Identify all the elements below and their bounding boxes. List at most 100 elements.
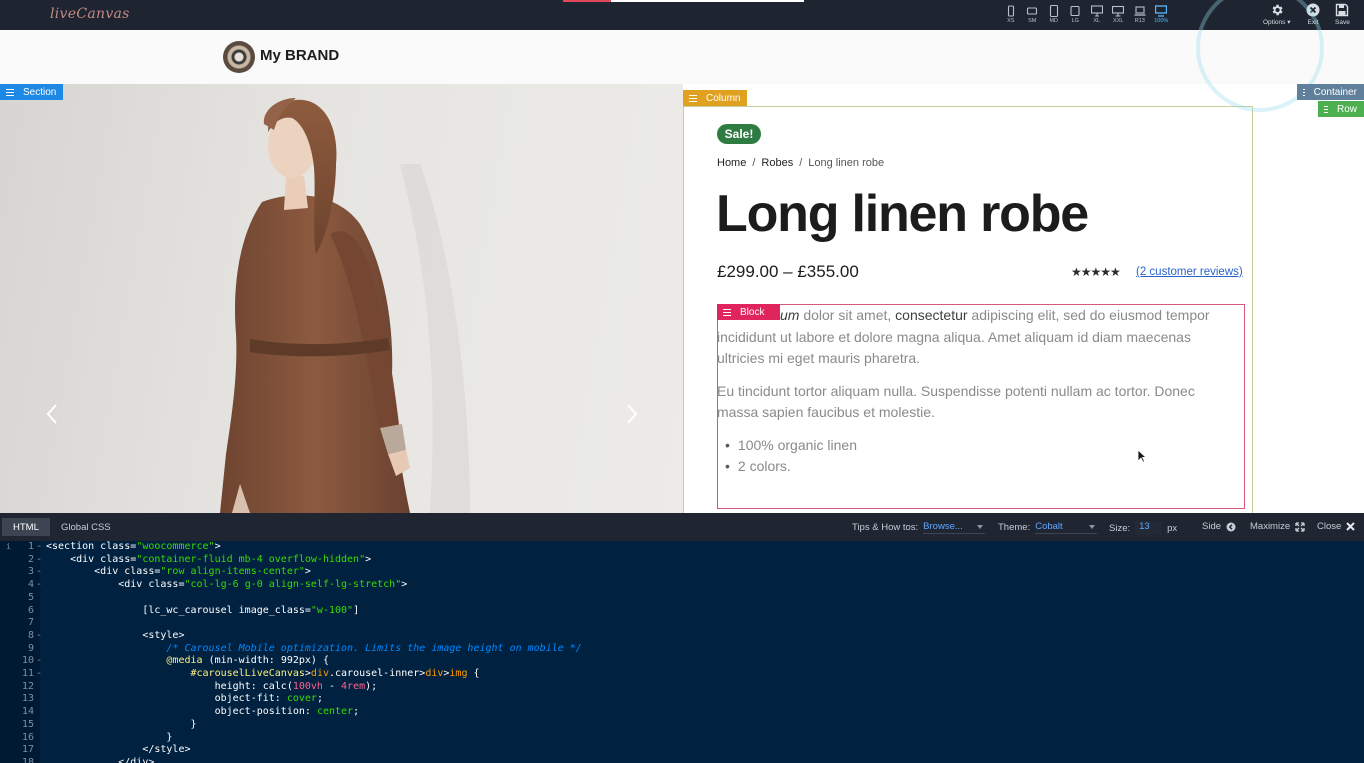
tab-global-css[interactable]: Global CSS [50,518,122,536]
close-panel-button[interactable]: Close [1317,521,1356,532]
line-number: 5 [27,591,34,603]
column-label[interactable]: Column [683,90,748,106]
loading-progress-bar [563,0,804,2]
device-label: 100% [1154,18,1169,24]
code-line[interactable]: 11- #carouselLiveCanvas>div.carousel-inn… [0,668,1364,681]
size-input[interactable]: 13 [1135,521,1162,535]
device-r13-button[interactable]: R13 [1129,4,1151,28]
tips-select[interactable]: Browse... [923,521,986,534]
product-description: um dolor sit amet, consectetur adipiscin… [717,305,1237,478]
code-line[interactable]: 14 object-position: center; [0,706,1364,719]
fold-toggle-icon[interactable]: - [36,554,42,567]
desktop-icon [1090,4,1103,17]
rating-stars-icon: ★★★★★ [1071,265,1121,279]
code-text: height: calc(100vh - 4rem); [46,680,378,692]
block-label-text: Block [740,306,765,318]
tips-control: Tips & How tos: Browse... [852,521,986,534]
line-number: 13 [21,693,34,705]
section-label[interactable]: Section [0,84,64,100]
code-line[interactable]: 4- <div class="col-lg-6 g-0 align-self-l… [0,579,1364,592]
device-xs-button[interactable]: XS [1000,4,1022,28]
breadcrumb-category[interactable]: Robes [761,157,793,169]
block-label[interactable]: Block [717,304,780,320]
product-carousel[interactable] [0,84,683,513]
code-editor[interactable]: i 1- <section class="woocommerce"> 2- <div… [0,541,1364,763]
container-label[interactable]: Container [1297,84,1364,100]
device-xxl-button[interactable]: XXL [1108,4,1130,28]
breadcrumb-current: Long linen robe [808,157,885,169]
fold-toggle-icon[interactable]: - [36,541,42,554]
theme-select[interactable]: Cobalt [1035,521,1098,534]
code-text: #carouselLiveCanvas>div.carousel-inner>d… [190,668,480,679]
maximize-label: Maximize [1250,521,1291,532]
device-md-button[interactable]: MD [1043,4,1065,28]
device-sm-button[interactable]: SM [1022,4,1044,28]
code-line[interactable]: 10- @media (min-width: 992px) { [0,655,1364,668]
description-paragraph: um dolor sit amet, consectetur adipiscin… [717,305,1237,370]
code-line[interactable]: 13 object-fit: cover; [0,693,1364,706]
exit-button[interactable]: Exit [1306,3,1320,27]
exit-label: Exit [1307,19,1319,26]
fold-toggle-icon[interactable]: - [36,630,42,643]
fold-toggle-icon[interactable]: - [36,668,42,681]
breadcrumb-home[interactable]: Home [717,157,746,169]
theme-control: Theme: Cobalt [998,521,1098,534]
phone-landscape-icon [1026,4,1038,17]
fold-toggle-icon[interactable]: - [36,566,42,579]
code-line[interactable]: 17 </style> [0,744,1364,757]
row-label[interactable]: Row [1318,101,1364,117]
code-line[interactable]: 18 </div> [0,757,1364,763]
code-line[interactable]: 3- <div class="row align-items-center"> [0,566,1364,579]
code-line[interactable]: 9 /* Carousel Mobile optimization. Limit… [0,643,1364,656]
device-label: XL [1093,18,1101,24]
livecanvas-editor: liveCanvas XS SM MD LG XL XXL R13 100% Options … [0,0,1364,763]
options-button[interactable]: Options ▾ [1263,3,1290,27]
fold-toggle-icon[interactable]: - [36,579,42,592]
device-preview-switcher: XS SM MD LG XL XXL R13 100% [1000,4,1172,28]
theme-label: Theme: [998,522,1031,533]
code-line[interactable]: 2- <div class="container-fluid mb-4 over… [0,554,1364,567]
device-xl-button[interactable]: XL [1086,4,1108,28]
product-title: Long linen robe [716,185,1089,243]
code-line[interactable]: 12 height: calc(100vh - 4rem); [0,681,1364,694]
size-unit: px [1167,522,1178,534]
code-line[interactable]: 8- <style> [0,630,1364,643]
breadcrumb-separator: / [799,157,803,169]
hamburger-icon [1324,104,1328,115]
code-text: /* Carousel Mobile optimization. Limits … [46,642,582,654]
close-icon [1346,522,1356,531]
code-line[interactable]: 16 } [0,732,1364,745]
side-button[interactable]: Side [1202,521,1236,532]
line-number: 18 [21,756,34,763]
brand-name[interactable]: My BRAND [260,47,339,64]
device-100pct-button[interactable]: 100% [1151,4,1173,28]
feature-item: 2 colors. [725,456,1237,478]
code-text: </div> [46,756,155,763]
code-line[interactable]: 7 [0,617,1364,630]
code-line[interactable]: 6 [lc_wc_carousel image_class="w-100"] [0,605,1364,618]
options-label: Options [1263,19,1286,26]
device-label: MD [1049,18,1059,24]
carousel-prev-arrow-icon[interactable] [44,402,60,426]
device-label: R13 [1134,18,1145,24]
section-label-text: Section [23,86,57,98]
monitor-full-icon [1155,4,1168,17]
code-line[interactable]: 5 [0,592,1364,605]
device-lg-button[interactable]: LG [1065,4,1087,28]
feature-item: 100% organic linen [725,435,1237,457]
close-label: Close [1317,521,1342,532]
code-line[interactable]: 1- <section class="woocommerce"> [0,541,1364,554]
code-text: object-fit: cover; [46,693,323,705]
tab-html[interactable]: HTML [2,518,50,536]
fold-toggle-icon[interactable]: - [36,655,42,668]
save-button[interactable]: Save [1335,3,1350,27]
brand-logo[interactable] [223,41,255,73]
maximize-button[interactable]: Maximize [1250,521,1305,532]
code-line[interactable]: 15 } [0,719,1364,732]
line-number: 10 [21,655,34,667]
customer-reviews-link[interactable]: (2 customer reviews) [1136,266,1243,278]
breadcrumb: Home / Robes / Long linen robe [717,157,884,169]
code-text: </style> [46,744,191,756]
line-number: 14 [21,706,34,718]
carousel-next-arrow-icon[interactable] [624,402,640,426]
